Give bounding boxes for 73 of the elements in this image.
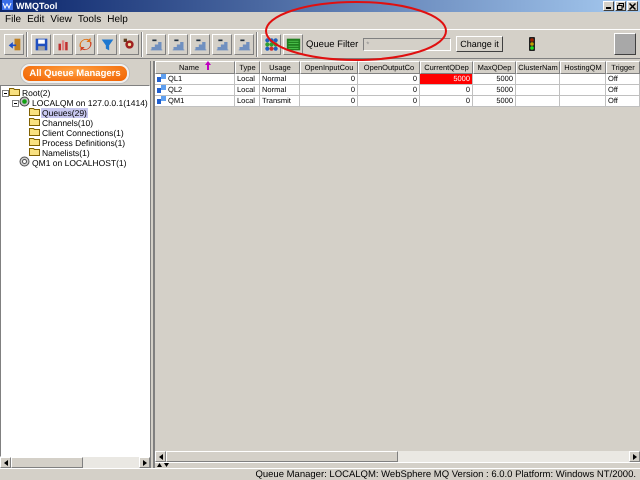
scroll-thumb[interactable] [166, 451, 398, 462]
right-arrow-icon [142, 460, 146, 466]
folder-icon [29, 126, 40, 137]
exit-icon [6, 36, 22, 52]
settings-button[interactable] [119, 34, 139, 54]
filter-icon [100, 36, 114, 52]
menu-item[interactable]: Tools [74, 14, 104, 26]
grid-button[interactable] [261, 34, 281, 54]
folder-icon [29, 116, 40, 127]
scroll-left-button[interactable] [0, 457, 11, 468]
traffic-light-icon [528, 37, 536, 51]
close-icon [629, 2, 636, 10]
filter-label: Queue Filter [306, 38, 358, 50]
stop-button[interactable] [614, 33, 636, 55]
settings-icon [122, 36, 136, 52]
chart-button[interactable] [53, 34, 73, 54]
restore-button[interactable] [615, 1, 626, 11]
scroll-left-button[interactable] [155, 451, 166, 462]
status-text: Queue Manager: LOCALQM: WebSphere MQ Version : 6.0.0 Platform: Windows NT/2000. [255, 469, 636, 480]
collapse-toggle-icon[interactable] [12, 100, 19, 107]
tree-item[interactable]: Queues(29) [41, 108, 88, 118]
tree-item[interactable]: LOCALQM on 127.0.0.1(1414) [31, 98, 149, 108]
left-arrow-icon [4, 460, 8, 466]
server-running-icon [19, 96, 30, 107]
folder-icon [9, 86, 20, 97]
stairs-icon [148, 36, 164, 52]
restore-icon [617, 2, 624, 10]
queue-icon [157, 96, 166, 104]
server-icon [19, 156, 30, 167]
view-button[interactable] [168, 34, 188, 54]
tree-item[interactable]: Channels(10) [41, 118, 94, 128]
filter-button[interactable] [97, 34, 117, 54]
scroll-right-button[interactable] [629, 451, 640, 462]
scroll-right-button[interactable] [139, 457, 150, 468]
scroll-thumb[interactable] [11, 457, 83, 468]
minimize-button[interactable] [603, 1, 614, 11]
tree-item[interactable]: Process Definitions(1) [41, 138, 126, 148]
right-arrow-icon [632, 454, 636, 460]
save-button[interactable] [31, 34, 51, 54]
change-button[interactable]: Change it [456, 36, 503, 52]
refresh-button[interactable] [75, 34, 95, 54]
stairs-icon [236, 36, 252, 52]
folder-icon [29, 146, 40, 157]
tree-item[interactable]: Namelists(1) [41, 148, 91, 158]
stairs-icon [214, 36, 230, 52]
dots-grid-icon [264, 36, 278, 52]
tree-item[interactable]: Client Connections(1) [41, 128, 125, 138]
view-button[interactable] [234, 34, 254, 54]
view-button[interactable] [190, 34, 210, 54]
folder-icon [29, 106, 40, 117]
refresh-icon [78, 36, 92, 52]
view-button[interactable] [212, 34, 232, 54]
close-button[interactable] [627, 1, 638, 11]
stairs-icon [192, 36, 208, 52]
exit-button[interactable] [4, 34, 24, 54]
view-button[interactable] [146, 34, 166, 54]
circuit-board-icon [286, 36, 300, 52]
tree-item[interactable]: Root(2) [21, 88, 52, 98]
collapse-toggle-icon[interactable] [2, 90, 9, 97]
tree-item[interactable]: QM1 on LOCALHOST(1) [31, 158, 128, 168]
queue-icon [157, 85, 166, 92]
menu-item[interactable]: Help [104, 14, 131, 26]
menu-item[interactable]: Edit [24, 14, 48, 26]
menu-item[interactable]: View [47, 14, 75, 26]
app-icon [2, 0, 13, 10]
stairs-icon [170, 36, 186, 52]
folder-icon [29, 136, 40, 147]
queue-icon [157, 74, 166, 82]
left-arrow-icon [158, 454, 162, 460]
menu-item[interactable]: File [2, 14, 24, 26]
board-button[interactable] [283, 34, 303, 54]
window-title: WMQTool [16, 0, 58, 12]
save-icon [34, 36, 48, 52]
